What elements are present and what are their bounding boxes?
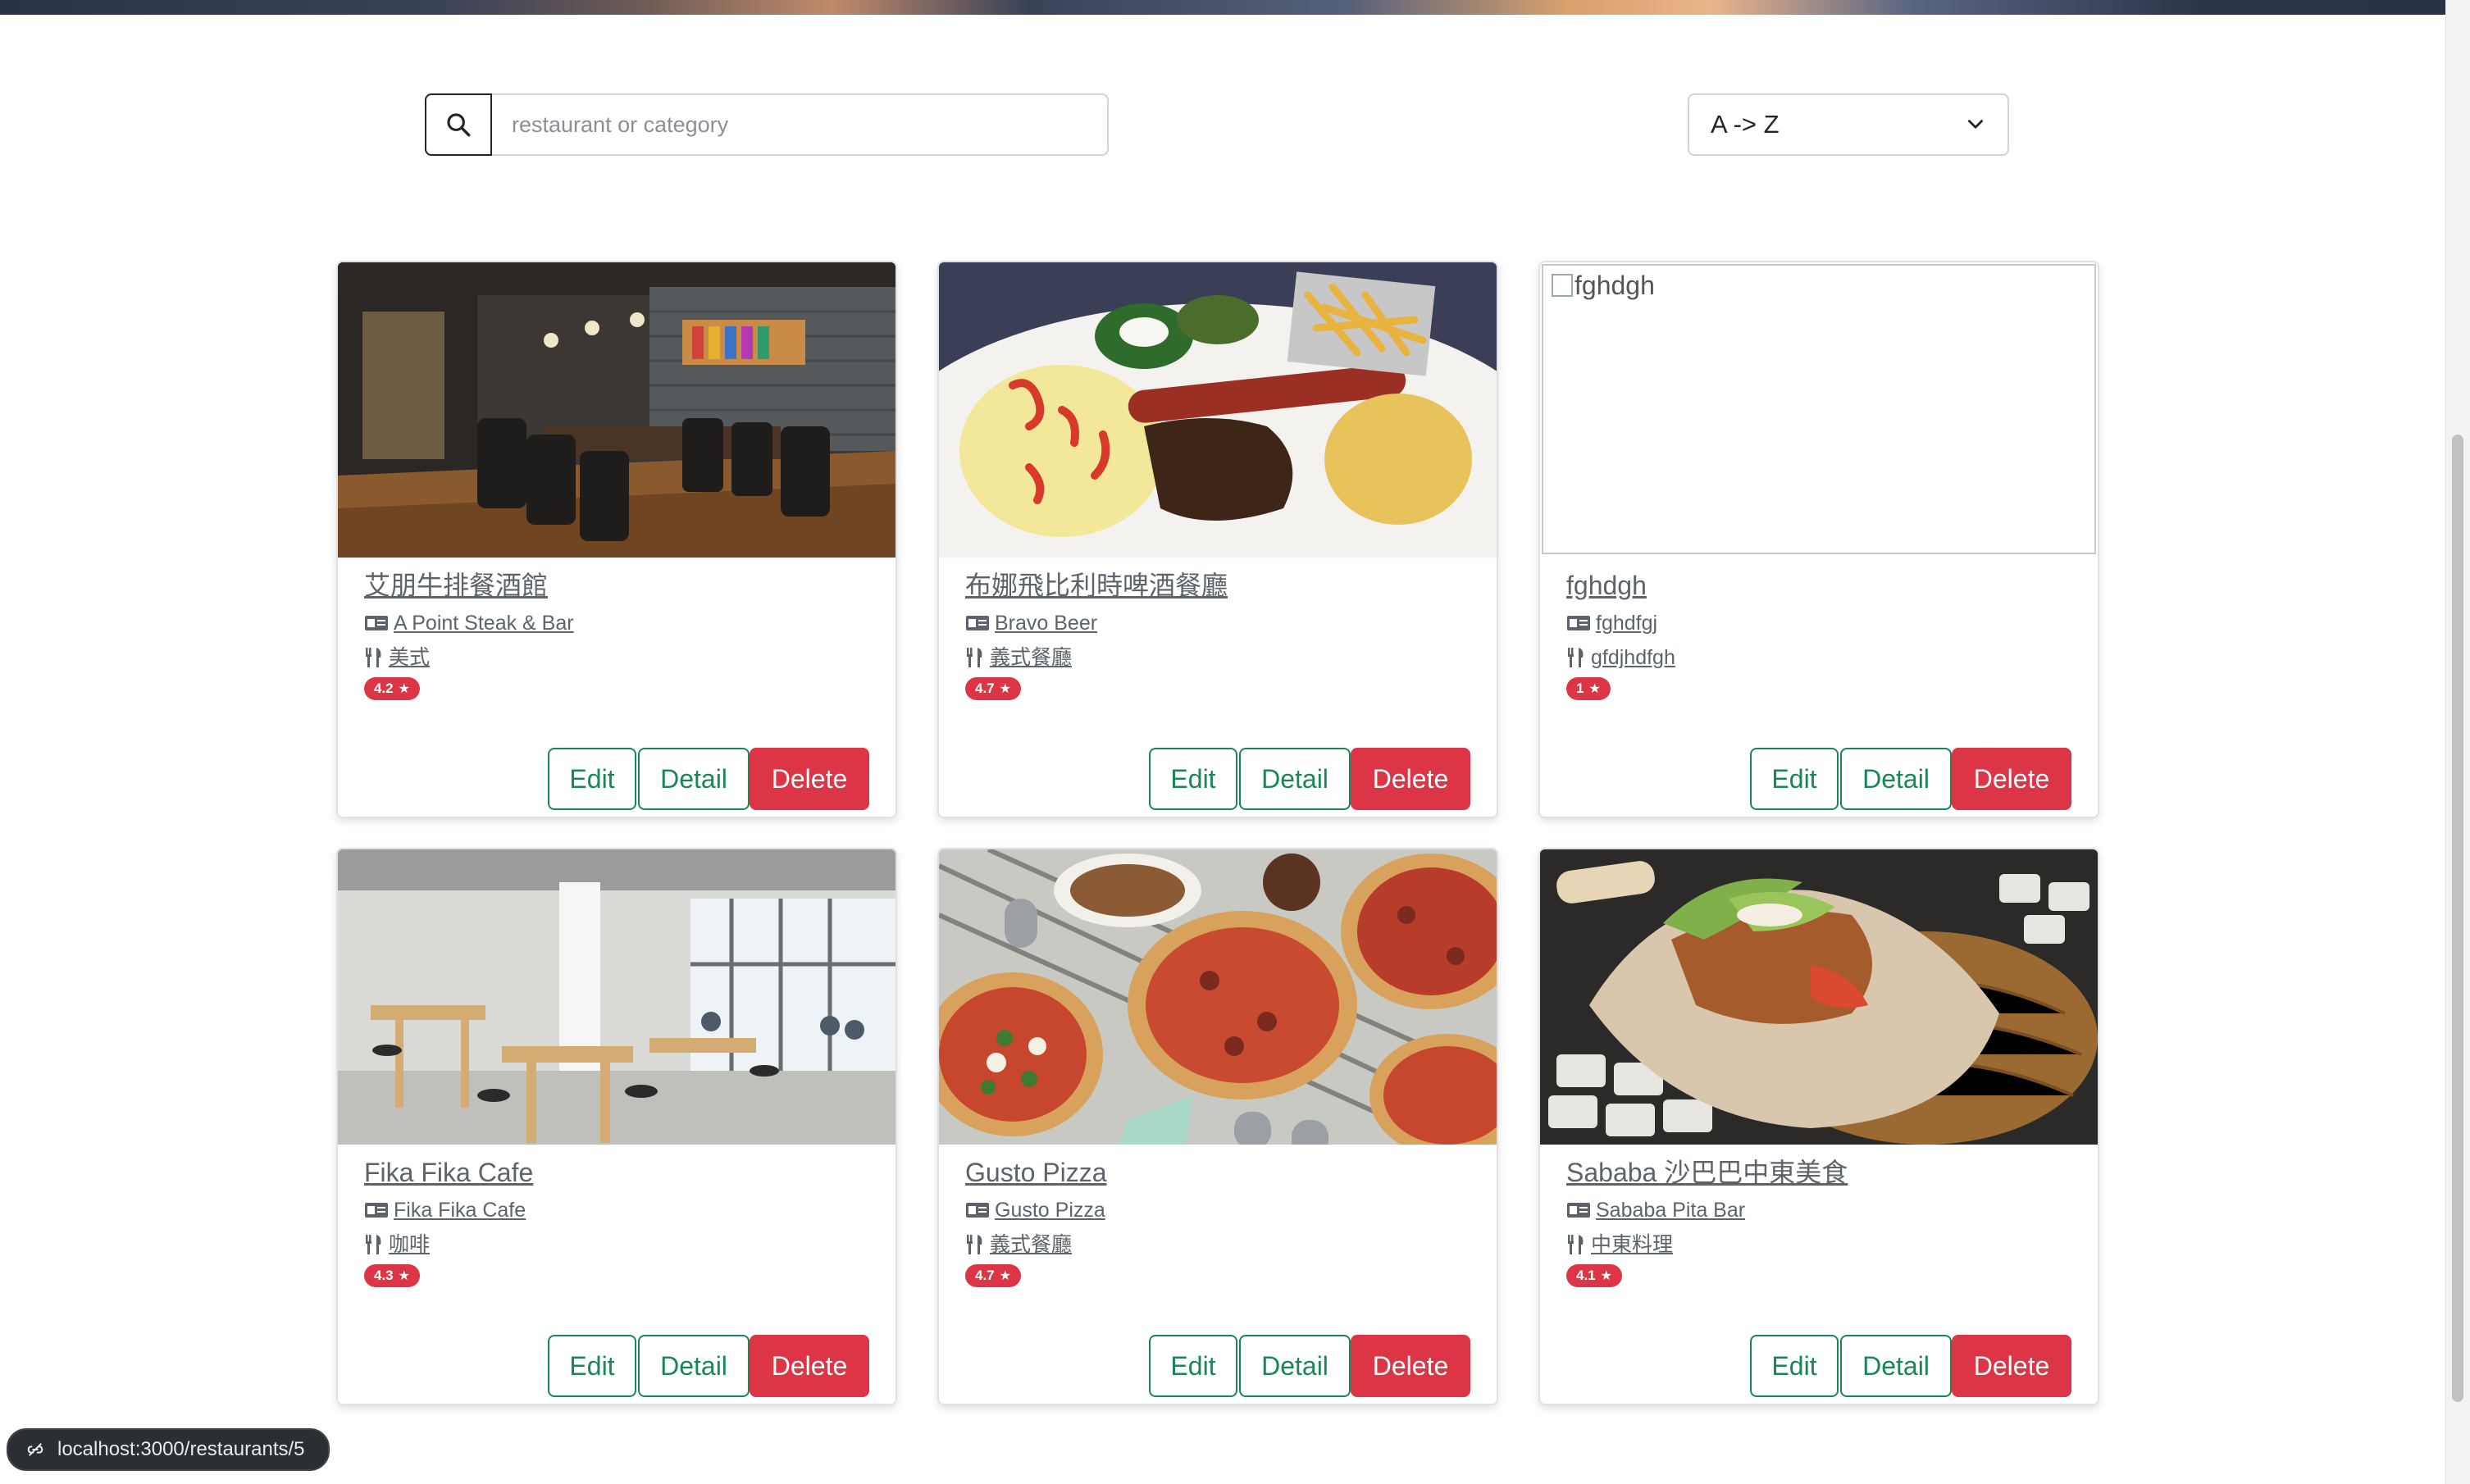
card-actions: Edit Detail Delete [1750,748,2071,810]
restaurant-category: gfdjhdfgh [1566,643,2071,672]
broken-image-placeholder: fghdgh [1542,264,2096,554]
edit-button[interactable]: Edit [1750,1335,1839,1397]
rating-badge: 4.2 ★ [364,677,420,700]
restaurant-name-link[interactable]: Sababa 沙巴巴中東美食 [1566,1154,2071,1190]
restaurant-name-link[interactable]: 艾朋牛排餐酒館 [364,567,869,603]
restaurant-image[interactable] [939,849,1497,1145]
utensils-icon [967,648,982,667]
star-icon: ★ [1600,1269,1612,1283]
restaurant-name-link[interactable]: 布娜飛比利時啤酒餐廳 [965,567,1470,603]
restaurant-card: Sababa 沙巴巴中東美食 Sababa Pita Bar 中東料理 4.1 ★… [1538,848,2099,1405]
restaurant-english-name: Bravo Beer [965,608,1470,638]
star-icon: ★ [999,1269,1011,1283]
delete-button[interactable]: Delete [1952,748,2071,810]
restaurant-english-name: A Point Steak & Bar [364,608,869,638]
link-status-bar: localhost:3000/restaurants/5 [7,1428,330,1471]
utensils-icon [967,1235,982,1254]
restaurant-card: 艾朋牛排餐酒館 A Point Steak & Bar 美式 4.2 ★ Edit… [336,261,897,818]
sort-select[interactable]: A -> Z [1688,93,2009,156]
restaurant-image[interactable]: fghdgh [1540,262,2098,558]
restaurant-english-name: Sababa Pita Bar [1566,1195,2071,1225]
detail-button[interactable]: Detail [1840,1335,1952,1397]
status-url: localhost:3000/restaurants/5 [57,1438,305,1460]
restaurant-card: Fika Fika Cafe Fika Fika Cafe 咖啡 4.3 ★ Ed… [336,848,897,1405]
edit-button[interactable]: Edit [1149,748,1237,810]
id-card-icon [966,1203,989,1218]
detail-button[interactable]: Detail [1840,748,1952,810]
search-input[interactable] [492,93,1109,156]
star-icon: ★ [398,1269,410,1283]
chevron-down-icon [1968,120,1983,129]
card-actions: Edit Detail Delete [1149,748,1470,810]
edit-button[interactable]: Edit [548,1335,636,1397]
utensils-icon [1568,1235,1584,1254]
detail-button[interactable]: Detail [638,1335,750,1397]
card-actions: Edit Detail Delete [548,1335,869,1397]
detail-button[interactable]: Detail [638,748,750,810]
id-card-icon [365,616,388,630]
star-icon: ★ [398,682,410,696]
broken-image-icon [1552,274,1573,297]
star-icon: ★ [999,682,1011,696]
utensils-icon [366,1235,381,1254]
edit-button[interactable]: Edit [1149,1335,1237,1397]
restaurant-image[interactable] [338,849,895,1145]
delete-button[interactable]: Delete [750,1335,869,1397]
link-icon [27,1443,43,1456]
card-actions: Edit Detail Delete [548,748,869,810]
restaurant-image[interactable] [338,262,895,558]
utensils-icon [1568,648,1584,667]
rating-badge: 1 ★ [1566,677,1611,700]
hero-banner-image [0,0,2445,15]
id-card-icon [1567,616,1590,630]
utensils-icon [366,648,381,667]
edit-button[interactable]: Edit [548,748,636,810]
restaurant-category: 義式餐廳 [965,1230,1470,1259]
delete-button[interactable]: Delete [1952,1335,2071,1397]
detail-button[interactable]: Detail [1239,748,1351,810]
card-actions: Edit Detail Delete [1149,1335,1470,1397]
id-card-icon [966,616,989,630]
delete-button[interactable]: Delete [1351,1335,1470,1397]
restaurant-category: 美式 [364,643,869,672]
restaurant-image[interactable] [939,262,1497,558]
delete-button[interactable]: Delete [1351,748,1470,810]
restaurant-category: 咖啡 [364,1230,869,1259]
restaurant-name-link[interactable]: fghdgh [1566,567,2071,603]
rating-badge: 4.7 ★ [965,1264,1021,1287]
rating-badge: 4.1 ★ [1566,1264,1622,1287]
id-card-icon [1567,1203,1590,1218]
restaurant-card: fghdgh fghdgh fghdfgj gfdjhdfgh 1 ★ Edit … [1538,261,2099,818]
restaurant-english-name: Fika Fika Cafe [364,1195,869,1225]
restaurant-image[interactable] [1540,849,2098,1145]
rating-badge: 4.7 ★ [965,677,1021,700]
rating-badge: 4.3 ★ [364,1264,420,1287]
restaurant-card: 布娜飛比利時啤酒餐廳 Bravo Beer 義式餐廳 4.7 ★ Edit Det… [937,261,1498,818]
delete-button[interactable]: Delete [750,748,869,810]
sort-select-value: A -> Z [1711,110,1780,139]
card-actions: Edit Detail Delete [1750,1335,2071,1397]
restaurant-category: 中東料理 [1566,1230,2071,1259]
detail-button[interactable]: Detail [1239,1335,1351,1397]
restaurant-english-name: fghdfgj [1566,608,2071,638]
search-button[interactable] [425,93,492,156]
star-icon: ★ [1588,682,1601,696]
search-icon [447,113,471,137]
restaurant-name-link[interactable]: Gusto Pizza [965,1154,1470,1190]
restaurant-name-link[interactable]: Fika Fika Cafe [364,1154,869,1190]
search-form [425,93,1109,156]
restaurant-card: Gusto Pizza Gusto Pizza 義式餐廳 4.7 ★ Edit D… [937,848,1498,1405]
restaurant-english-name: Gusto Pizza [965,1195,1470,1225]
id-card-icon [365,1203,388,1218]
restaurant-category: 義式餐廳 [965,643,1470,672]
scrollbar-thumb[interactable] [2452,435,2463,1402]
edit-button[interactable]: Edit [1750,748,1839,810]
